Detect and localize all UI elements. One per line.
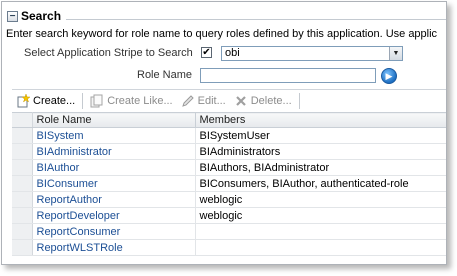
table-header-row: Role Name Members	[12, 112, 446, 128]
role-name-label: Role Name	[137, 69, 193, 81]
row-header[interactable]	[12, 207, 33, 224]
edit-button[interactable]: Edit...	[177, 92, 230, 110]
role-name-cell[interactable]: ReportAuthor	[32, 191, 196, 208]
role-name-cell[interactable]: ReportWLSTRole	[32, 239, 196, 256]
role-name-input[interactable]	[200, 68, 376, 83]
stripe-select[interactable]: obi ▼	[221, 46, 403, 61]
search-panel: − Search Enter search keyword for role n…	[1, 1, 447, 265]
row-header-gutter	[12, 112, 33, 128]
search-go-icon[interactable]: ▶	[381, 68, 397, 84]
role-name-cell[interactable]: BIAuthor	[32, 159, 196, 176]
create-like-icon	[90, 94, 104, 108]
create-like-button[interactable]: Create Like...	[86, 92, 176, 110]
role-name-cell[interactable]: BISystem	[32, 127, 196, 144]
create-label: Create...	[33, 94, 76, 107]
create-like-label: Create Like...	[107, 94, 173, 107]
table-row[interactable]: ReportDeveloper weblogic	[12, 207, 446, 224]
search-instructions: Enter search keyword for role name to qu…	[6, 28, 438, 40]
table-row[interactable]: ReportWLSTRole	[12, 239, 446, 256]
members-cell: BIConsumers, BIAuthor, authenticated-rol…	[195, 175, 446, 192]
stripe-select-value: obi	[225, 47, 240, 59]
column-header-members[interactable]: Members	[195, 112, 446, 128]
toolbar: Create... Create Like... Edit... Delete.…	[12, 89, 446, 111]
role-name-cell[interactable]: BIAdministrator	[32, 143, 196, 160]
role-name-cell[interactable]: ReportDeveloper	[32, 207, 196, 224]
pencil-icon	[181, 94, 195, 108]
roles-table: Role Name Members BISystem BISystemUser …	[12, 112, 446, 256]
create-icon	[16, 93, 30, 108]
table-row[interactable]: BIConsumer BIConsumers, BIAuthor, authen…	[12, 175, 446, 192]
row-header[interactable]	[12, 159, 33, 176]
create-button[interactable]: Create...	[12, 92, 79, 110]
search-header: − Search	[2, 8, 446, 24]
collapse-icon[interactable]: −	[7, 10, 18, 22]
toolbar-divider	[298, 92, 300, 109]
members-cell: BIAuthors, BIAdministrator	[195, 159, 446, 176]
stripe-label: Select Application Stripe to Search	[24, 47, 193, 59]
dropdown-arrow-icon[interactable]: ▼	[389, 47, 402, 60]
edit-label: Edit...	[197, 94, 226, 107]
column-header-role-name[interactable]: Role Name	[32, 112, 196, 128]
delete-label: Delete...	[250, 94, 292, 107]
search-title: Search	[21, 9, 62, 23]
toolbar-divider	[82, 92, 84, 109]
members-cell: BIAdministrators	[195, 143, 446, 160]
role-name-cell[interactable]: BIConsumer	[32, 175, 196, 192]
row-header[interactable]	[12, 191, 33, 208]
table-row[interactable]: ReportAuthor weblogic	[12, 191, 446, 208]
members-cell: weblogic	[195, 207, 446, 224]
members-cell	[195, 239, 446, 256]
members-cell: weblogic	[195, 191, 446, 208]
stripe-checkbox[interactable]: ✔	[201, 47, 212, 58]
delete-x-icon	[234, 94, 248, 108]
row-header[interactable]	[12, 127, 33, 144]
delete-button[interactable]: Delete...	[230, 92, 296, 110]
row-header[interactable]	[12, 143, 33, 160]
members-cell: BISystemUser	[195, 127, 446, 144]
row-header[interactable]	[12, 223, 33, 240]
row-header[interactable]	[12, 175, 33, 192]
members-cell	[195, 223, 446, 240]
row-header[interactable]	[12, 239, 33, 256]
title-divider	[66, 18, 446, 20]
table-row[interactable]: BIAdministrator BIAdministrators	[12, 143, 446, 160]
table-row[interactable]: BIAuthor BIAuthors, BIAdministrator	[12, 159, 446, 176]
table-row[interactable]: BISystem BISystemUser	[12, 127, 446, 144]
table-row[interactable]: ReportConsumer	[12, 223, 446, 240]
role-name-cell[interactable]: ReportConsumer	[32, 223, 196, 240]
